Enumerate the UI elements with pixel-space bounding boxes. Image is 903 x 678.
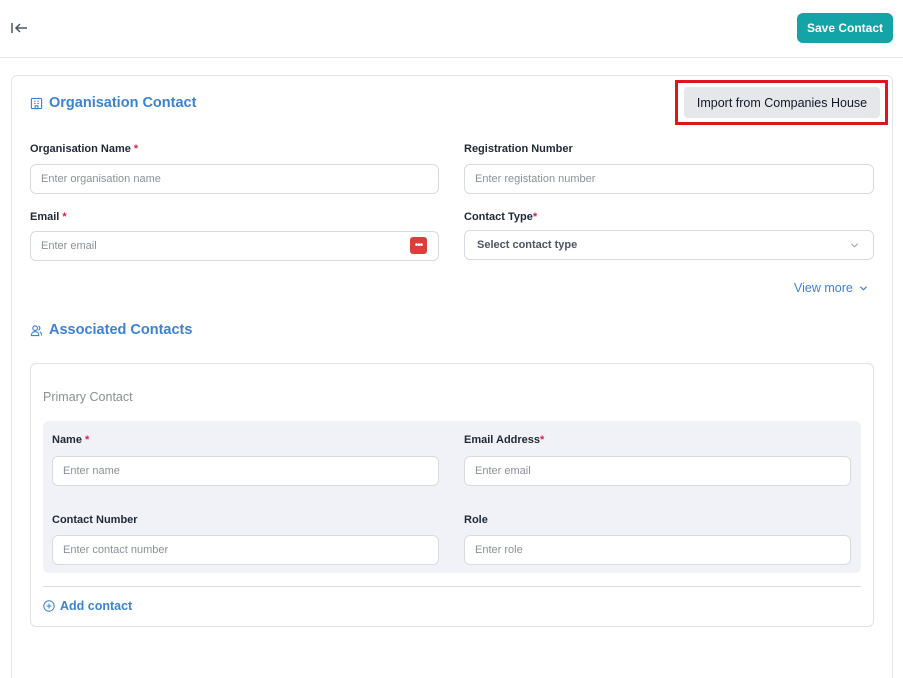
- building-icon: [30, 97, 43, 109]
- chevron-down-icon: [859, 285, 867, 291]
- divider: [43, 586, 861, 587]
- chevron-down-icon: [850, 243, 859, 248]
- organisation-section-title: Organisation Contact: [30, 95, 196, 111]
- required-marker: *: [85, 434, 90, 446]
- primary-contact-heading: Primary Contact: [43, 390, 133, 404]
- org-name-label-text: Organisation Name: [30, 143, 131, 155]
- email-address-label: Email Address*: [464, 434, 544, 446]
- view-more-text: View more: [794, 281, 853, 295]
- organisation-title-text: Organisation Contact: [49, 95, 197, 111]
- add-contact-text: Add contact: [60, 599, 133, 613]
- top-bar: Save Contact: [0, 0, 903, 58]
- required-marker: *: [532, 211, 538, 223]
- contact-name-input[interactable]: [52, 456, 439, 486]
- role-label-text: Role: [464, 514, 488, 526]
- org-name-input[interactable]: [30, 164, 439, 194]
- add-contact-button[interactable]: Add contact: [43, 599, 132, 613]
- reg-number-input[interactable]: [464, 164, 874, 194]
- email-input[interactable]: [30, 231, 439, 261]
- contact-type-select-value: Select contact type: [477, 239, 578, 251]
- email-label-text: Email: [30, 211, 60, 223]
- collapse-left-icon[interactable]: [10, 19, 30, 37]
- org-name-label: Organisation Name *: [30, 143, 138, 155]
- name-label: Name *: [52, 434, 89, 446]
- name-label-text: Name: [52, 434, 82, 446]
- plus-circle-icon: [43, 600, 55, 612]
- reg-number-label-text: Registration Number: [464, 143, 573, 155]
- email-label: Email *: [30, 211, 67, 223]
- contact-number-label-text: Contact Number: [52, 514, 138, 526]
- save-contact-button[interactable]: Save Contact: [797, 13, 893, 43]
- contact-email-input[interactable]: [464, 456, 851, 486]
- contact-number-label: Contact Number: [52, 514, 138, 526]
- contact-type-select[interactable]: Select contact type: [464, 230, 874, 260]
- user-group-icon: [30, 324, 43, 336]
- contact-type-label-text: Contact Type: [464, 211, 533, 223]
- role-label: Role: [464, 514, 488, 526]
- associated-section-title: Associated Contacts: [30, 322, 192, 338]
- password-manager-icon[interactable]: •••: [410, 237, 427, 254]
- reg-number-label: Registration Number: [464, 143, 573, 155]
- required-marker: *: [540, 434, 545, 446]
- role-input[interactable]: [464, 535, 851, 565]
- required-marker: *: [62, 211, 67, 223]
- contact-type-label: Contact Type*: [464, 211, 537, 223]
- view-more-link[interactable]: View more: [794, 281, 868, 295]
- import-companies-house-button[interactable]: Import from Companies House: [684, 87, 880, 118]
- email-address-label-text: Email Address: [464, 434, 541, 446]
- contact-number-input[interactable]: [52, 535, 439, 565]
- associated-title-text: Associated Contacts: [49, 322, 193, 338]
- required-marker: *: [133, 143, 139, 155]
